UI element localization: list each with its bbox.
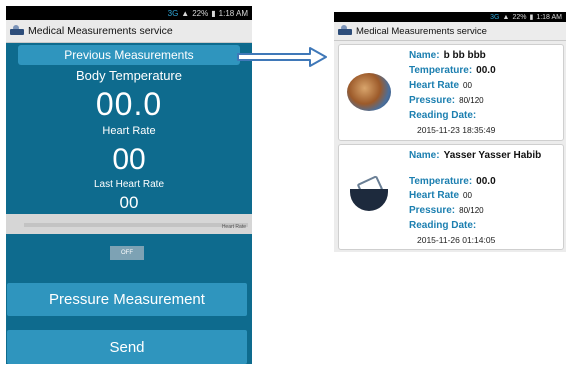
pressure-row: Pressure: 80/120	[409, 205, 484, 216]
last-heart-rate-label: Last Heart Rate	[93, 179, 165, 190]
clock: 1:18 AM	[536, 13, 562, 21]
reading-date-value: 2015-11-23 18:35:49	[417, 125, 496, 135]
last-heart-rate-value: 00	[119, 193, 139, 212]
history-screen: 3G ▲ 22% ▮ 1:18 AM Medical Measurements …	[334, 12, 566, 252]
graph-line	[24, 223, 248, 227]
battery-level: 22%	[192, 8, 209, 18]
avatar	[347, 73, 391, 111]
app-title: Medical Measurements service	[28, 25, 173, 37]
temperature-row: Temperature: 00.0	[409, 65, 496, 76]
battery-icon: ▮	[529, 14, 534, 21]
patient-name: Yasser Yasser Habib	[443, 150, 542, 161]
reading-date-row: Reading Date:	[409, 110, 476, 121]
temperature-value: 00.0	[476, 176, 496, 187]
app-title-bar: Medical Measurements service	[334, 22, 566, 41]
heart-rate-row: Heart Rate 00	[409, 190, 472, 201]
clock: 1:18 AM	[218, 8, 248, 18]
status-bar: 3G ▲ 22% ▮ 1:18 AM	[334, 12, 566, 22]
heart-rate-label: Heart Rate	[409, 190, 460, 201]
signal-icon: ▲	[502, 13, 510, 21]
network-indicator: 3G	[167, 8, 179, 18]
heart-rate-value: 00	[463, 81, 472, 90]
reading-date-value: 2015-11-26 01:14:05	[417, 235, 496, 245]
navigation-arrow-icon	[237, 47, 327, 67]
pressure-label: Pressure:	[409, 95, 456, 106]
app-title: Medical Measurements service	[356, 25, 487, 37]
previous-measurements-button[interactable]: Previous Measurements	[18, 45, 240, 65]
disc-graphic	[350, 189, 388, 211]
pressure-row: Pressure: 80/120	[409, 95, 484, 106]
heart-rate-row: Heart Rate 00	[409, 80, 472, 91]
heart-rate-label: Heart Rate	[102, 125, 156, 137]
temperature-label: Temperature:	[409, 176, 473, 187]
reading-date-label: Reading Date:	[409, 220, 477, 231]
heart-rate-graph: Heart Rate	[6, 214, 252, 234]
heart-rate-value: 00	[463, 191, 472, 200]
pressure-measurement-button[interactable]: Pressure Measurement	[7, 283, 247, 316]
signal-icon: ▲	[181, 8, 190, 18]
avatar	[347, 175, 391, 213]
pressure-label: Pressure:	[409, 205, 456, 216]
temperature-label: Temperature:	[409, 65, 473, 76]
temperature-row: Temperature: 00.0	[409, 176, 496, 187]
name-label: Name:	[409, 150, 440, 161]
network-indicator: 3G	[490, 13, 500, 21]
app-title-bar: Medical Measurements service	[6, 20, 252, 43]
reading-date-label: Reading Date:	[409, 110, 477, 121]
heart-rate-value: 00	[112, 143, 146, 176]
send-button[interactable]: Send	[7, 330, 247, 364]
heart-rate-label: Heart Rate	[409, 80, 460, 91]
pressure-value: 80/120	[459, 96, 484, 105]
name-label: Name:	[409, 50, 440, 61]
body-temperature-label: Body Temperature	[76, 68, 182, 83]
off-toggle[interactable]: OFF	[110, 246, 144, 260]
battery-level: 22%	[512, 13, 527, 21]
measurement-record-card[interactable]: Name: b bb bbb Temperature: 00.0 Heart Rat…	[338, 44, 564, 141]
temperature-value: 00.0	[95, 86, 163, 122]
battery-icon: ▮	[211, 8, 216, 18]
measurement-record-card[interactable]: Name: Yasser Yasser Habib Temperature: 00.…	[338, 144, 564, 250]
name-row: Name: Yasser Yasser Habib	[409, 150, 551, 161]
graph-label: Heart Rate	[221, 224, 246, 230]
app-logo-icon	[338, 25, 352, 37]
status-bar: 3G ▲ 22% ▮ 1:18 AM	[6, 6, 252, 20]
temperature-value: 00.0	[476, 65, 496, 76]
app-logo-icon	[10, 25, 24, 37]
patient-name: b bb bbb	[443, 50, 486, 61]
main-screen: 3G ▲ 22% ▮ 1:18 AM Medical Measurements …	[6, 6, 252, 364]
name-row: Name: b bb bbb	[409, 50, 486, 61]
pressure-value: 80/120	[459, 206, 484, 215]
reading-date-row: Reading Date:	[409, 220, 476, 231]
